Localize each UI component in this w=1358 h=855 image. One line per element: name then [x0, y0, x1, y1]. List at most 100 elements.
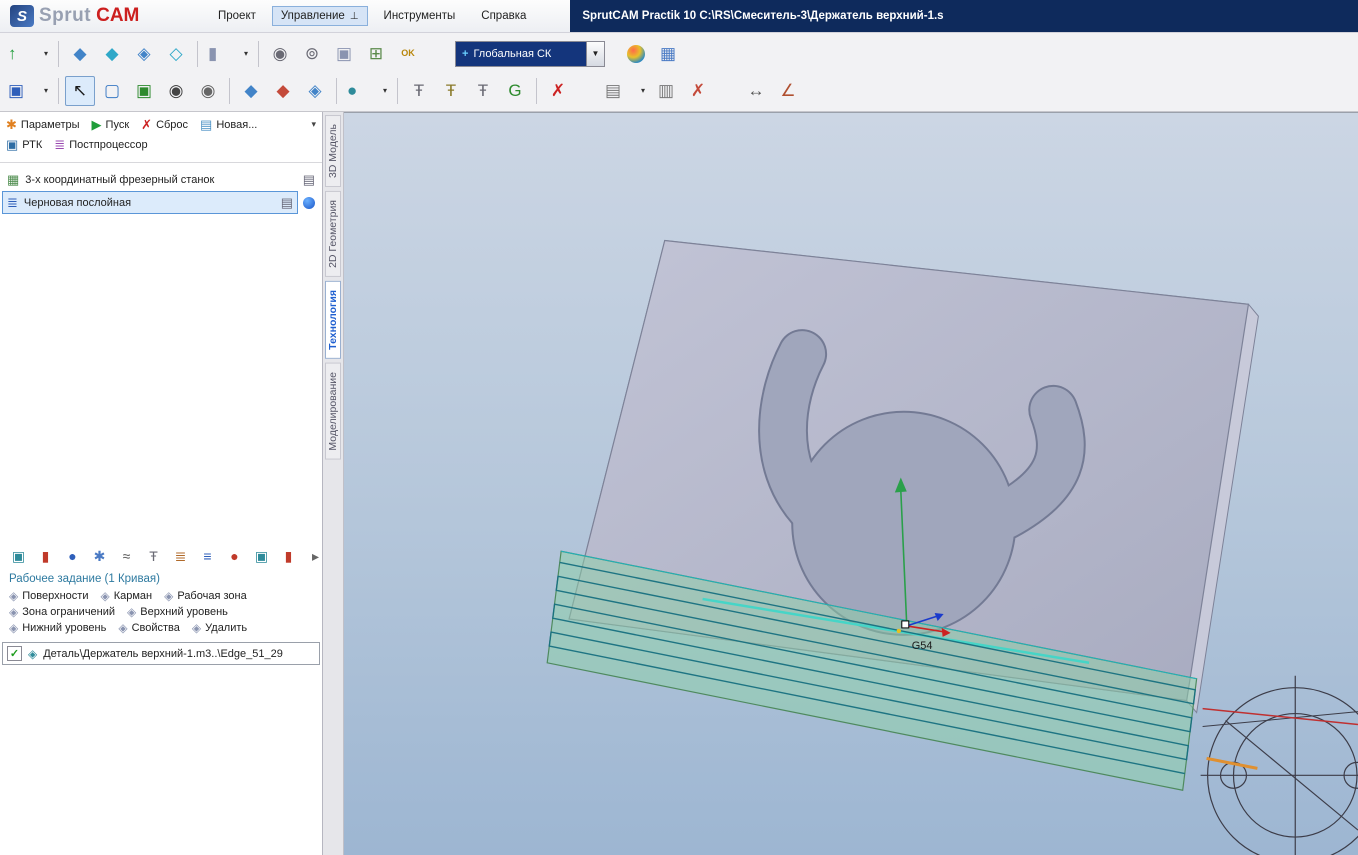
- viewport-3d[interactable]: G54: [344, 112, 1358, 855]
- machine-icon: ▦: [7, 172, 20, 187]
- viewport-canvas[interactable]: G54: [344, 113, 1358, 855]
- surface-icon-5[interactable]: ◆: [236, 76, 266, 106]
- select-cursor-button[interactable]: ↖: [65, 75, 95, 106]
- menu-help[interactable]: Справка: [471, 6, 536, 26]
- export-doc-button[interactable]: ▤ ▾: [601, 76, 649, 106]
- export-doc-button-caret[interactable]: ▾: [641, 86, 645, 95]
- more-arrow[interactable]: ▸: [303, 543, 322, 568]
- rotary-tool-icon[interactable]: ◉: [265, 39, 295, 69]
- levels-icon[interactable]: ≣: [168, 543, 193, 568]
- snapshot-add-icon[interactable]: ◉: [193, 76, 223, 106]
- surface-icon-2[interactable]: ◆: [97, 39, 127, 69]
- marquee-select-icon[interactable]: ▢: [97, 76, 127, 106]
- start-label: Пуск: [105, 118, 130, 131]
- menu-tools[interactable]: Инструменты: [374, 6, 466, 26]
- sphere-icon[interactable]: ●: [60, 543, 85, 568]
- settings-gear-icon[interactable]: ✱: [87, 543, 112, 568]
- machine-simulation-icon[interactable]: ▦: [653, 39, 683, 69]
- job-button-5[interactable]: ◈ Верхний уровень: [127, 606, 228, 618]
- geometry-checkbox[interactable]: ✓: [7, 646, 22, 662]
- report-icon[interactable]: ▥: [651, 76, 681, 106]
- tab-2d-geometry[interactable]: 2D Геометрия: [325, 191, 341, 277]
- reset-button[interactable]: ✗ Сброс: [141, 118, 188, 131]
- gcode-icon[interactable]: G: [500, 76, 530, 106]
- tree-row-roughing-operation[interactable]: ≣ Черновая послойная ▤: [2, 191, 298, 214]
- load-model-button[interactable]: ↑ ▾: [4, 39, 52, 69]
- measure-caliper-icon[interactable]: ↔: [741, 76, 771, 106]
- tool-holder-icon[interactable]: Ŧ: [436, 76, 466, 106]
- workpiece-icon[interactable]: ▣: [6, 543, 31, 568]
- roughing-doc-icon[interactable]: ▤: [281, 195, 293, 211]
- curve-icon[interactable]: ≈: [114, 543, 139, 568]
- machine-doc-icon[interactable]: ▤: [303, 172, 315, 188]
- fit-view-icon[interactable]: ▣: [129, 76, 159, 106]
- new-operation-dropdown[interactable]: ▾: [311, 119, 316, 130]
- surface-icon-6[interactable]: ◆: [268, 76, 298, 106]
- solid-cylinder-icon[interactable]: ▮ ▾: [204, 39, 252, 69]
- tool-library-icon[interactable]: Ŧ: [404, 76, 434, 106]
- tool-icon-glyph: Ŧ: [149, 547, 158, 564]
- surface-icon-5-glyph: ◆: [244, 81, 258, 100]
- ok-machine-icon[interactable]: OK: [393, 39, 423, 69]
- stock-box-icon[interactable]: ▣: [329, 39, 359, 69]
- start-button[interactable]: ▶ Пуск: [92, 118, 130, 131]
- toolbar-gap: [425, 53, 451, 54]
- list-icon[interactable]: ≡: [195, 543, 220, 568]
- tool-icon[interactable]: Ŧ: [141, 543, 166, 568]
- job-button-6[interactable]: ◈ Нижний уровень: [9, 622, 106, 634]
- panel-empty-space-bottom: [0, 665, 322, 855]
- postprocessor-button[interactable]: ≣ Постпроцессор: [54, 138, 147, 151]
- toolbar-separator: [197, 40, 198, 67]
- tree-row-machine[interactable]: ▦ 3-х координатный фрезерный станок ▤: [2, 168, 320, 191]
- solid-sphere-icon-glyph: ●: [347, 81, 358, 100]
- solid-sphere-icon-caret[interactable]: ▾: [383, 86, 387, 95]
- job-button-2-label: Карман: [113, 590, 153, 603]
- save-button-caret[interactable]: ▾: [44, 86, 48, 95]
- parameters-label: Параметры: [20, 118, 80, 131]
- holder-icon[interactable]: ▮: [276, 543, 301, 568]
- surface-icon-3[interactable]: ◈: [129, 39, 159, 69]
- solid-cylinder-icon-caret[interactable]: ▾: [244, 49, 248, 58]
- geometry-list-item[interactable]: ✓ ◈ Деталь\Держатель верхний-1.m3..\Edge…: [2, 642, 320, 666]
- ptk-button[interactable]: ▣ РТК: [6, 138, 42, 151]
- job-button-7-label: Свойства: [131, 622, 180, 635]
- job-button-3[interactable]: ◈ Рабочая зона: [164, 590, 247, 602]
- surface-icon-4[interactable]: ◇: [161, 39, 191, 69]
- axes-icon[interactable]: ∠: [773, 76, 803, 106]
- shaded-view-icon[interactable]: [621, 39, 651, 69]
- menu-control[interactable]: Управление ⊥: [271, 6, 368, 26]
- solid-sphere-icon[interactable]: ● ▾: [343, 76, 391, 106]
- menu-project[interactable]: Проект: [208, 6, 266, 26]
- fixture-icon[interactable]: ⊞: [361, 39, 391, 69]
- coordinate-system-combo[interactable]: + Глобальная СК ▼: [455, 40, 605, 67]
- tab-technology[interactable]: Технология: [325, 280, 341, 359]
- skip-toolpath-icon-glyph: ✗: [550, 81, 566, 100]
- toolbar-separator: [229, 77, 230, 104]
- job-button-2[interactable]: ◈ Карман: [100, 590, 152, 602]
- job-button-8[interactable]: ◈ Удалить: [192, 622, 247, 634]
- feed-icon[interactable]: ●: [222, 543, 247, 568]
- job-button-7[interactable]: ◈ Свойства: [118, 622, 180, 634]
- job-button-1[interactable]: ◈ Поверхности: [9, 590, 88, 602]
- tab-3d-model[interactable]: 3D Модель: [325, 115, 341, 188]
- cs-combo-dropdown[interactable]: ▼: [586, 41, 604, 66]
- tool-params-icon[interactable]: Ŧ: [468, 76, 498, 106]
- surface-icon-7[interactable]: ◈: [300, 76, 330, 106]
- toolbar-separator: [336, 77, 337, 104]
- tab-simulation[interactable]: Моделирование: [325, 362, 341, 460]
- save-button[interactable]: ▣ ▾: [4, 76, 52, 106]
- spindle-icon-glyph: ⊚: [304, 44, 320, 63]
- parameters-button[interactable]: ✱ Параметры: [6, 118, 80, 131]
- pin-icon[interactable]: ⊥: [350, 11, 359, 22]
- sprutcam-window: S Sprut CAM Проект Управление ⊥ Инструмент…: [0, 0, 1358, 855]
- copy-icon[interactable]: ▣: [249, 543, 274, 568]
- remove-doc-icon[interactable]: ✗: [683, 76, 713, 106]
- load-model-button-caret[interactable]: ▾: [44, 49, 48, 58]
- stock-icon[interactable]: ▮: [33, 543, 58, 568]
- snapshot-camera-icon[interactable]: ◉: [161, 76, 191, 106]
- new-operation-button[interactable]: ▤ Новая...: [200, 118, 257, 131]
- job-button-4[interactable]: ◈ Зона ограничений: [9, 606, 115, 618]
- surface-icon-1[interactable]: ◆: [65, 39, 95, 69]
- skip-toolpath-icon[interactable]: ✗: [543, 76, 573, 106]
- spindle-icon[interactable]: ⊚: [297, 39, 327, 69]
